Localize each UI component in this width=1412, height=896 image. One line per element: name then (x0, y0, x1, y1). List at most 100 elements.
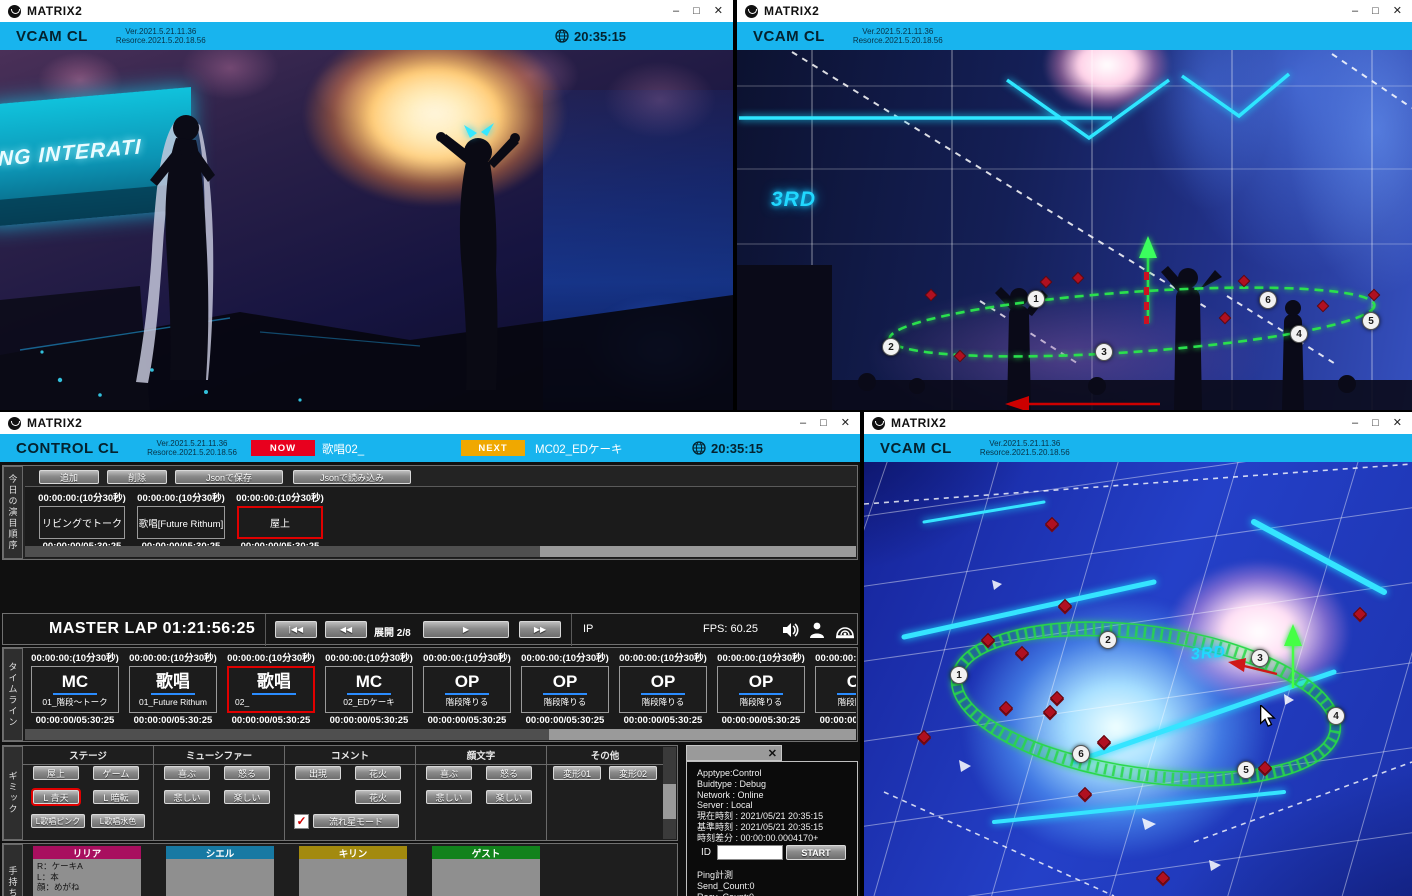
timeline-card[interactable]: 00:00:00:(10分30秒) OP階段降りる 00:00:00/05:30… (521, 650, 609, 726)
delete-button[interactable]: 削除 (107, 470, 167, 484)
musifer-sad-button[interactable]: 悲しい (164, 790, 210, 804)
timeline-card[interactable]: 00:00:00:(10分30秒) MC01_階段〜トーク 00:00:00/0… (31, 650, 119, 726)
timeline-card[interactable]: 00:00:00:(10分30秒) OP階段降りる 00:00:00/05:30… (619, 650, 707, 726)
titlebar[interactable]: MATRIX2 – □ ✕ (737, 0, 1412, 22)
timeline-card-box-selected[interactable]: 歌唱02_ (227, 666, 315, 713)
maximize-button[interactable]: □ (820, 418, 827, 429)
minimize-button[interactable]: – (1352, 418, 1358, 429)
maximize-button[interactable]: □ (1372, 6, 1379, 17)
waypoint-4: 4 (1290, 325, 1308, 343)
timeline-scrollbar[interactable] (25, 729, 856, 740)
gimmick-scrollbar[interactable] (663, 747, 676, 839)
timeline-card[interactable]: 00:00:00:(10分30秒) 歌唱01_Future Rithum 00:… (129, 650, 217, 726)
character-equipment: R：ケーキA L：本 顔：めがね (33, 859, 141, 896)
topdown-viewport[interactable]: 3RD 1 2 3 4 5 6 (864, 462, 1412, 896)
titlebar[interactable]: MATRIX2 – □ ✕ (864, 412, 1412, 434)
speaker-icon[interactable] (781, 621, 799, 639)
duration-top: 00:00:00:(10分30秒) (521, 650, 609, 664)
timeline-card-box[interactable]: OP階段降りる (619, 666, 707, 713)
close-button[interactable]: ✕ (841, 418, 850, 429)
shooting-star-checkbox[interactable]: ✓ (294, 814, 309, 829)
program-card-box-selected[interactable]: 屋上 (237, 506, 323, 539)
siren-icon[interactable] (835, 621, 855, 639)
program-card[interactable]: 00:00:00:(10分30秒) 歌唱[Future Rithum] 00:0… (137, 490, 225, 552)
emoticon-angry-button[interactable]: 怒る (486, 766, 532, 780)
rewind-button[interactable]: ◀◀ (325, 621, 367, 638)
timeline-card[interactable]: 00:00:00:(10分30秒) MC02_EDケーキ 00:00:00/05… (325, 650, 413, 726)
stage-camera-viewport[interactable]: NG INTERATI (0, 50, 733, 410)
app-header: VCAM CL Ver.2021.5.21.11.36 Resorce.2021… (0, 22, 733, 50)
shooting-star-mode-button[interactable]: 流れ星モード (313, 814, 399, 828)
waypoint-2: 2 (882, 338, 900, 356)
close-button[interactable]: ✕ (1393, 418, 1402, 429)
program-card-box[interactable]: 歌唱[Future Rithum] (137, 506, 225, 539)
minimize-button[interactable]: – (673, 6, 679, 17)
start-button[interactable]: START (786, 845, 846, 860)
save-json-button[interactable]: Jsonで保存 (175, 470, 283, 484)
debug-close-button[interactable]: ✕ (768, 747, 777, 760)
app-icon (872, 417, 885, 430)
stage-floor (0, 50, 733, 410)
emoticon-joy-button[interactable]: 喜ぶ (426, 766, 472, 780)
comment-fireworks-button[interactable]: 花火 (355, 766, 401, 780)
stage-song-pink-button[interactable]: L歌唱ピンク (31, 814, 85, 828)
master-lap: MASTER LAP 01:21:56:25 (49, 620, 255, 638)
musifer-fun-button[interactable]: 楽しい (224, 790, 270, 804)
timeline-card-box[interactable]: OP階段降りる (521, 666, 609, 713)
maximize-button[interactable]: □ (1372, 418, 1379, 429)
stage-song-lightblue-button[interactable]: L歌唱水色 (91, 814, 145, 828)
character-equipment (166, 859, 274, 896)
emoticon-fun-button[interactable]: 楽しい (486, 790, 532, 804)
debug-line: Network : Online (697, 790, 823, 801)
timeline-card-sub: 01_階段〜トーク (42, 698, 107, 707)
timeline-card-box[interactable]: OP階段降りる (423, 666, 511, 713)
person-icon[interactable] (809, 621, 825, 639)
comment-fireworks2-button[interactable]: 花火 (355, 790, 401, 804)
minimize-button[interactable]: – (800, 418, 806, 429)
minimize-button[interactable]: – (1352, 6, 1358, 17)
close-button[interactable]: ✕ (1393, 6, 1402, 17)
timeline-card-box[interactable]: MC02_EDケーキ (325, 666, 413, 713)
marker-3rd-label: 3RD (771, 188, 816, 212)
program-card[interactable]: 00:00:00:(10分30秒) リビングでトーク 00:00:00/05:3… (39, 490, 125, 552)
timeline-card[interactable]: 00:00:00:(10分30秒) OP階段降りる 00:00:00/05:30… (815, 650, 856, 726)
master-bar: MASTER LAP 01:21:56:25 |◀◀ ◀◀ 展開 2/8 ▶ ▶… (2, 613, 858, 645)
debug-line: Buidtype : Debug (697, 779, 823, 790)
id-input[interactable] (717, 845, 783, 860)
program-scrollbar[interactable] (25, 546, 856, 557)
timeline-card-sub: 階段降りる (544, 698, 587, 707)
stage-bluesky-button[interactable]: L 青天 (33, 790, 79, 804)
version-label: Ver.2021.5.21.11.36 (989, 439, 1060, 448)
program-card[interactable]: 00:00:00:(10分30秒) 屋上 00:00:00/05:30:25 (237, 490, 323, 552)
stage-blackout-button[interactable]: L 暗転 (93, 790, 139, 804)
debug-panel-tab[interactable]: ✕ (686, 745, 782, 761)
path-viewport[interactable]: 3RD 1 2 3 4 5 6 (737, 50, 1412, 410)
musifer-angry-button[interactable]: 怒る (224, 766, 270, 780)
titlebar[interactable]: MATRIX2 – □ ✕ (0, 0, 733, 22)
timeline-card-box[interactable]: OP階段降りる (717, 666, 805, 713)
emoticon-sad-button[interactable]: 悲しい (426, 790, 472, 804)
stage-game-button[interactable]: ゲーム (93, 766, 139, 780)
play-button[interactable]: ▶ (423, 621, 509, 638)
transform02-button[interactable]: 変形02 (609, 766, 657, 780)
timeline-card[interactable]: 00:00:00:(10分30秒) 歌唱02_ 00:00:00/05:30:2… (227, 650, 315, 726)
timeline-card[interactable]: 00:00:00:(10分30秒) OP階段降りる 00:00:00/05:30… (423, 650, 511, 726)
skip-start-button[interactable]: |◀◀ (275, 621, 317, 638)
close-button[interactable]: ✕ (714, 6, 723, 17)
musifer-joy-button[interactable]: 喜ぶ (164, 766, 210, 780)
character-name: リリア (33, 846, 141, 859)
stage-rooftop-button[interactable]: 屋上 (33, 766, 79, 780)
window-title: MATRIX2 (27, 416, 82, 430)
transform01-button[interactable]: 変形01 (553, 766, 601, 780)
maximize-button[interactable]: □ (693, 6, 700, 17)
fast-forward-button[interactable]: ▶▶ (519, 621, 561, 638)
load-json-button[interactable]: Jsonで読み込み (293, 470, 411, 484)
timeline-card-box[interactable]: MC01_階段〜トーク (31, 666, 119, 713)
timeline-card[interactable]: 00:00:00:(10分30秒) OP階段降りる 00:00:00/05:30… (717, 650, 805, 726)
timeline-card-box[interactable]: 歌唱01_Future Rithum (129, 666, 217, 713)
titlebar[interactable]: MATRIX2 – □ ✕ (0, 412, 860, 434)
program-card-box[interactable]: リビングでトーク (39, 506, 125, 539)
comment-appear-button[interactable]: 出現 (295, 766, 341, 780)
add-button[interactable]: 追加 (39, 470, 99, 484)
timeline-card-box[interactable]: OP階段降りる (815, 666, 856, 713)
